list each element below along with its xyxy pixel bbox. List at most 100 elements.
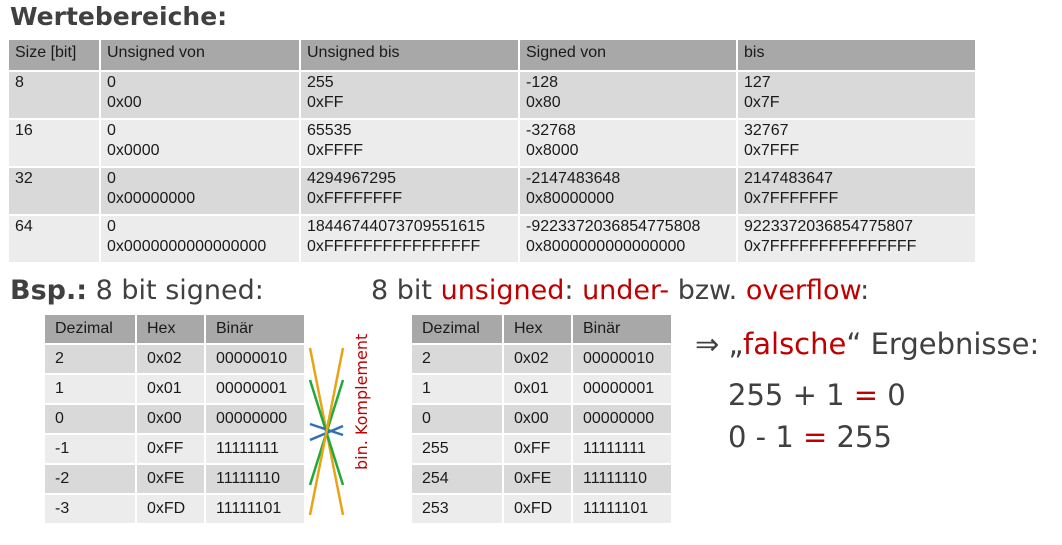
result-note: ⇒ „falsche“ Ergebnisse: (695, 327, 1040, 361)
table-row: -2 0xFE 11111110 (45, 464, 306, 495)
table-cell: 0xFF (503, 434, 573, 465)
table-cell: 16 (9, 119, 101, 168)
table-cell: 0xFD (136, 494, 206, 525)
cell-decimal-value: 64 (15, 218, 33, 235)
table-header-row: Size [bit] Unsigned von Unsigned bis Sig… (9, 40, 977, 72)
cell-hex-value: 0xFFFF (307, 142, 363, 159)
table-cell: 0xFE (136, 464, 206, 495)
unsigned-example-table: Dezimal Hex Binär 2 0x02 00000010 1 0x01 0000… (412, 315, 673, 525)
table-cell: 64 (9, 215, 101, 264)
table-cell: -1 (45, 434, 137, 465)
table-row: 8 0 0x00 255 0xFF -128 0x80 127 0x7F (9, 71, 977, 120)
table-cell: 254 (412, 464, 504, 495)
table-cell: 0 0x00000000 (100, 167, 301, 216)
cell-decimal-value: -2147483648 (526, 170, 621, 187)
table-cell: 2 (45, 344, 137, 375)
column-header: bis (737, 40, 977, 72)
cell-hex-value: 0x7FFFFFFF (744, 190, 839, 207)
table-header-row: Dezimal Hex Binär (412, 315, 673, 345)
cell-decimal-value: 255 (307, 74, 334, 91)
table-cell: 0x02 (503, 344, 573, 375)
cell-decimal-value: 0 (107, 74, 116, 91)
cell-hex-value: 0xFF (307, 94, 344, 111)
table-cell: 00000010 (572, 344, 673, 375)
equation-underflow: 0 - 1 = 255 (728, 420, 892, 454)
cell-hex-value: 0x8000000000000000 (526, 238, 686, 255)
table-cell: -2147483648 0x80000000 (519, 167, 738, 216)
table-cell: 00000001 (205, 374, 306, 405)
column-header: Dezimal (412, 315, 504, 345)
table-cell: 1 (45, 374, 137, 405)
table-cell: 00000001 (572, 374, 673, 405)
cell-hex-value: 0xFFFFFFFFFFFFFFFF (307, 238, 481, 255)
cell-hex-value: 0x0000 (107, 142, 160, 159)
table-cell: 0x01 (503, 374, 573, 405)
table-cell: 255 (412, 434, 504, 465)
table-cell: 8 (9, 71, 101, 120)
table-cell: -9223372036854775808 0x8000000000000000 (519, 215, 738, 264)
table-cell: 0x00 (503, 404, 573, 435)
column-header: Signed von (519, 40, 738, 72)
column-header: Binär (572, 315, 673, 345)
cell-decimal-value: 127 (744, 74, 771, 91)
cell-decimal-value: 2147483647 (744, 170, 833, 187)
table-cell: -2 (45, 464, 137, 495)
column-header: Hex (136, 315, 206, 345)
cell-hex-value: 0x00 (107, 94, 142, 111)
table-row: 0 0x00 00000000 (45, 404, 306, 435)
table-row: -3 0xFD 11111101 (45, 494, 306, 525)
table-row: 254 0xFE 11111110 (412, 464, 673, 495)
cell-decimal-value: -32768 (526, 122, 576, 139)
table-cell: 0 0x00 (100, 71, 301, 120)
cell-hex-value: 0x80000000 (526, 190, 615, 207)
column-header: Size [bit] (9, 40, 101, 72)
page-title: Wertebereiche: (10, 2, 228, 31)
table-cell: 9223372036854775807 0x7FFFFFFFFFFFFFFF (737, 215, 977, 264)
table-cell: 0 0x0000000000000000 (100, 215, 301, 264)
table-cell: 0xFE (503, 464, 573, 495)
cell-decimal-value: 32767 (744, 122, 789, 139)
table-row: 253 0xFD 11111101 (412, 494, 673, 525)
table-row: -1 0xFF 11111111 (45, 434, 306, 465)
table-cell: 2 (412, 344, 504, 375)
cell-decimal-value: 32 (15, 170, 33, 187)
table-cell: 11111110 (572, 464, 673, 495)
table-row: 1 0x01 00000001 (412, 374, 673, 405)
table-row: 16 0 0x0000 65535 0xFFFF -32768 0x8000 32767 0x7… (9, 119, 977, 168)
table-cell: 255 0xFF (300, 71, 520, 120)
cell-hex-value: 0x0000000000000000 (107, 238, 267, 255)
cell-hex-value: 0x80 (526, 94, 561, 111)
table-cell: 253 (412, 494, 504, 525)
table-header-row: Dezimal Hex Binär (45, 315, 306, 345)
table-cell: 0 (412, 404, 504, 435)
cell-decimal-value: 8 (15, 74, 24, 91)
table-cell: -128 0x80 (519, 71, 738, 120)
table-row: 32 0 0x00000000 4294967295 0xFFFFFFFF -214748… (9, 167, 977, 216)
table-cell: 11111111 (572, 434, 673, 465)
column-header: Hex (503, 315, 573, 345)
table-cell: 11111101 (205, 494, 306, 525)
cell-hex-value: 0x7FFFFFFFFFFFFFFF (744, 238, 917, 255)
cell-decimal-value: 0 (107, 170, 116, 187)
table-row: 64 0 0x0000000000000000 1844674407370955161… (9, 215, 977, 264)
cell-hex-value: 0x00000000 (107, 190, 196, 207)
table-cell: 11111101 (572, 494, 673, 525)
table-cell: 32767 0x7FFF (737, 119, 977, 168)
cell-decimal-value: 9223372036854775807 (744, 218, 914, 235)
cell-decimal-value: 0 (107, 218, 116, 235)
cell-hex-value: 0xFFFFFFFF (307, 190, 403, 207)
table-cell: 0 0x0000 (100, 119, 301, 168)
table-cell: -32768 0x8000 (519, 119, 738, 168)
table-row: 2 0x02 00000010 (45, 344, 306, 375)
komplement-label: bin. Komplement (352, 333, 371, 470)
signed-example-table: Dezimal Hex Binär 2 0x02 00000010 1 0x01 0000… (45, 315, 306, 525)
signed-example-title: Bsp.: 8 bit signed: (10, 275, 264, 306)
table-cell: 1 (412, 374, 504, 405)
unsigned-example-title: 8 bit unsigned: under- bzw. overflow: (371, 275, 870, 306)
column-header: Binär (205, 315, 306, 345)
table-row: 0 0x00 00000000 (412, 404, 673, 435)
cell-decimal-value: 0 (107, 122, 116, 139)
table-cell: 0x02 (136, 344, 206, 375)
column-header: Unsigned bis (300, 40, 520, 72)
value-range-table: Size [bit] Unsigned von Unsigned bis Sig… (9, 40, 977, 264)
